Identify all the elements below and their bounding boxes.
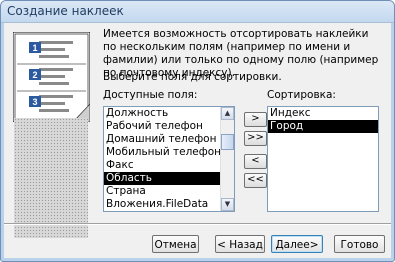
remove-field-button[interactable]: < — [244, 154, 267, 169]
title-bar[interactable]: Создание наклеек — [1, 1, 394, 23]
available-field-item[interactable]: Страна — [104, 185, 234, 198]
next-button[interactable]: Далее> — [271, 235, 323, 253]
back-button[interactable]: < Назад — [215, 235, 265, 253]
label-number-3: 3 — [32, 97, 37, 107]
available-fields-list[interactable]: Должность Рабочий телефон Домашний телефон… — [103, 106, 235, 212]
sort-field-item[interactable]: Индекс — [268, 107, 378, 120]
available-field-item[interactable]: Должность — [104, 107, 234, 120]
available-field-item[interactable]: Домашний телефон — [104, 133, 234, 146]
scroll-up-icon[interactable]: ▲ — [221, 107, 234, 120]
dialog-body: 1 2 3 Имеется возможность отсортировать … — [4, 23, 391, 258]
window-title: Создание наклеек — [7, 4, 124, 18]
remove-all-fields-button[interactable]: << — [244, 173, 267, 188]
available-field-item[interactable]: Рабочий телефон — [104, 120, 234, 133]
sorting-items: Индекс Город — [268, 107, 378, 133]
finish-button[interactable]: Готово — [334, 235, 385, 253]
footer-separator — [4, 223, 391, 225]
available-fields-items: Должность Рабочий телефон Домашний телефон… — [104, 107, 234, 211]
add-all-fields-button[interactable]: >> — [244, 131, 267, 146]
available-field-item[interactable]: Мобильный телефон — [104, 146, 234, 159]
add-field-button[interactable]: > — [244, 112, 267, 127]
available-fields-label: Доступные поля: — [103, 89, 198, 101]
dialog-window: Создание наклеек 1 2 3 Имеется возможнос… — [0, 0, 395, 262]
available-field-item[interactable]: Область — [104, 172, 234, 185]
prompt-text: Выберите поля для сортировки. — [103, 71, 282, 83]
label-sheet-illustration: 1 2 3 — [13, 32, 90, 122]
sorting-list[interactable]: Индекс Город — [267, 106, 379, 212]
scroll-down-icon[interactable]: ▼ — [221, 198, 234, 211]
sort-field-item[interactable]: Город — [268, 120, 378, 133]
available-field-item[interactable]: Вложения.FileData — [104, 198, 234, 211]
sheet-shadow — [14, 118, 88, 238]
available-field-item[interactable]: Факс — [104, 159, 234, 172]
scroll-thumb[interactable] — [221, 134, 234, 150]
cancel-button[interactable]: Отмена — [152, 235, 199, 253]
label-number-1: 1 — [32, 43, 37, 53]
sorting-label: Сортировка: — [267, 89, 336, 101]
label-number-2: 2 — [32, 70, 37, 80]
available-fields-scrollbar[interactable]: ▲ ▼ — [220, 107, 234, 211]
